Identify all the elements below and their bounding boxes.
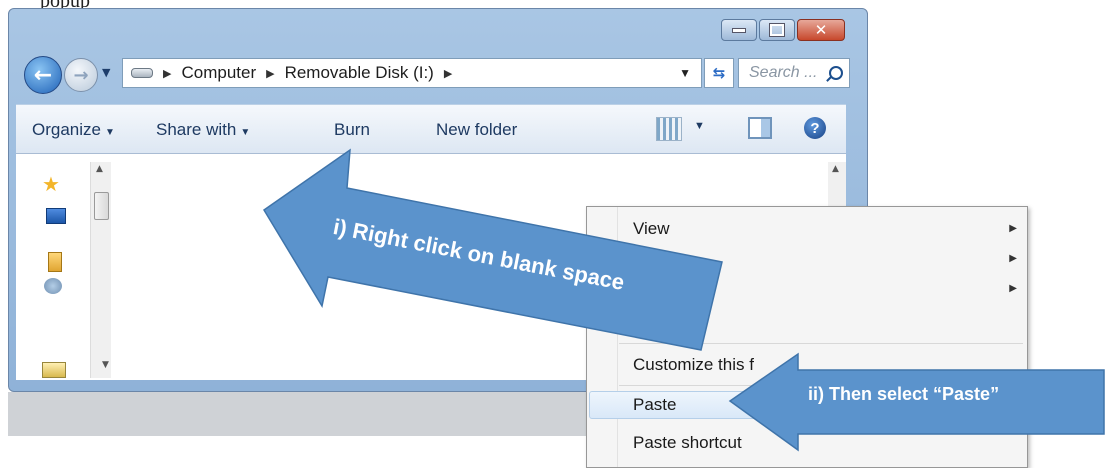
- annotation-step-2: ii) Then select “Paste”: [808, 384, 1000, 404]
